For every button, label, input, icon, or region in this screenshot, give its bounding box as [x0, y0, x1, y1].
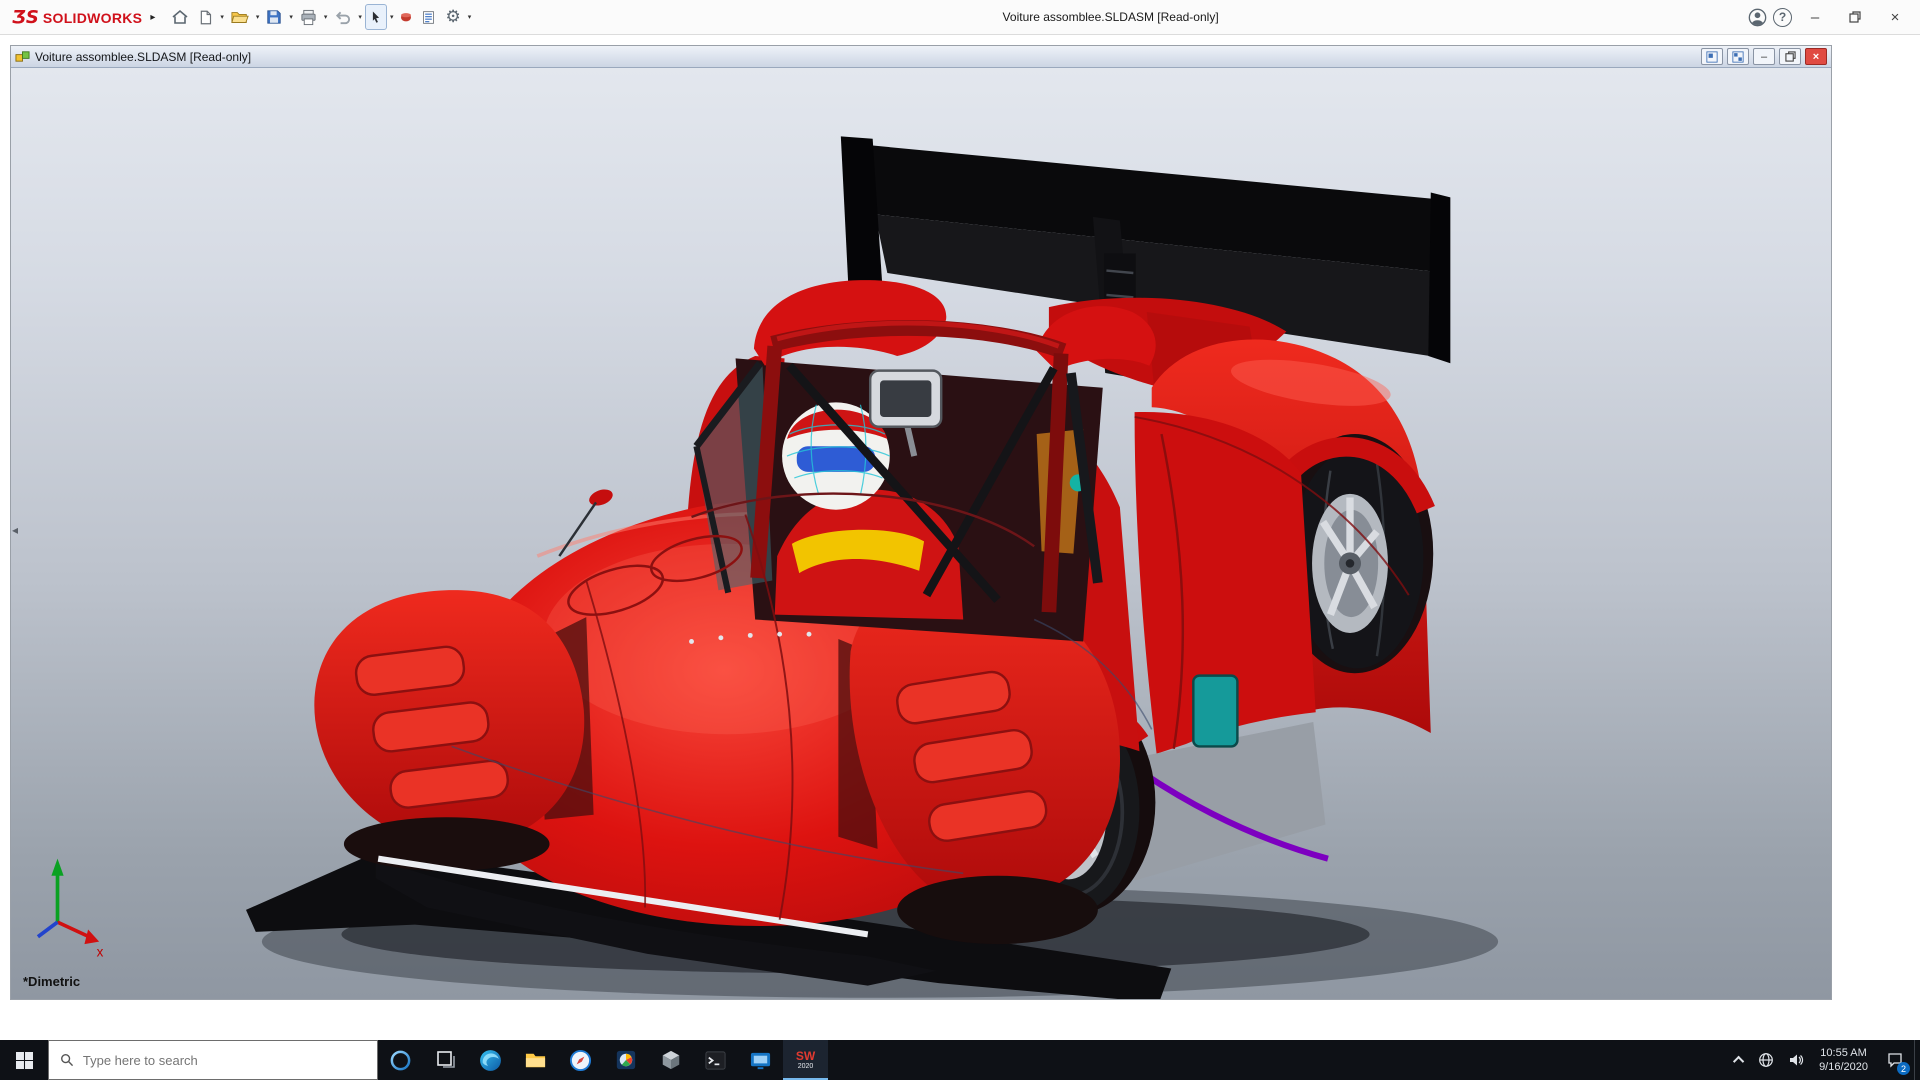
tile-windows-icon [1706, 51, 1718, 63]
volume-button[interactable] [1781, 1040, 1811, 1080]
print-dropdown[interactable]: ▾ [322, 4, 330, 30]
taskbar-clock[interactable]: 10:55 AM 9/16/2020 [1811, 1040, 1876, 1080]
doc-restore-button[interactable] [1779, 48, 1801, 65]
edge-icon [478, 1048, 503, 1073]
task-view-button[interactable] [423, 1040, 468, 1080]
help-icon[interactable]: ? [1773, 8, 1792, 27]
triad-x-label: x [97, 944, 104, 959]
document-titlebar[interactable]: Voiture assomblee.SLDASM [Read-only] – × [11, 46, 1831, 68]
print-button[interactable] [296, 4, 321, 30]
solidworks-logo: ƷS SOLIDWORKS [6, 7, 148, 28]
solidworks-logo-glyph: ƷS [12, 7, 39, 28]
taskbar-search[interactable] [48, 1040, 378, 1080]
select-dropdown[interactable]: ▾ [388, 4, 396, 30]
system-tray: 10:55 AM 9/16/2020 2 [1729, 1040, 1920, 1080]
doc-tile-button[interactable] [1701, 48, 1723, 65]
split-windows-icon [1732, 51, 1744, 63]
cortana-button[interactable] [378, 1040, 423, 1080]
macro-record-button[interactable] [396, 4, 416, 30]
undo-button[interactable] [330, 4, 355, 30]
app-restore-button[interactable] [1838, 3, 1872, 31]
document-window-controls: – × [1701, 48, 1827, 65]
clock-date: 9/16/2020 [1819, 1060, 1868, 1074]
home-icon [171, 8, 189, 26]
select-arrow-icon [369, 10, 383, 24]
undo-icon [334, 9, 351, 26]
home-button[interactable] [167, 4, 193, 30]
tray-overflow-button[interactable] [1729, 1040, 1751, 1080]
cad-cube-icon [660, 1049, 682, 1071]
terminal-button[interactable] [693, 1040, 738, 1080]
action-center-button[interactable]: 2 [1876, 1040, 1914, 1080]
titlebar-right-controls: ? – × [1748, 3, 1914, 31]
new-document-icon [198, 10, 213, 25]
show-desktop-button[interactable] [1914, 1040, 1920, 1080]
save-dropdown[interactable]: ▾ [287, 4, 295, 30]
select-button[interactable] [365, 4, 387, 30]
view-orientation-label: *Dimetric [23, 974, 80, 989]
macro-record-icon [400, 11, 412, 23]
compass-icon [569, 1049, 592, 1072]
display-app-button[interactable] [738, 1040, 783, 1080]
solidworks-2020-icon: SW 2020 [796, 1050, 815, 1070]
save-icon [266, 9, 282, 25]
gear-icon: ⚙ [445, 9, 460, 26]
undo-dropdown[interactable]: ▾ [356, 4, 364, 30]
file-explorer-button[interactable] [513, 1040, 558, 1080]
report-icon [421, 10, 436, 25]
graphics-viewport-3d[interactable]: x ◂ *Dimetric [11, 68, 1831, 999]
chevron-up-icon [1733, 1056, 1744, 1067]
account-icon[interactable] [1748, 8, 1767, 27]
app-window-title: Voiture assomblee.SLDASM [Read-only] [473, 10, 1748, 24]
save-button[interactable] [262, 4, 286, 30]
quick-access-toolbar: ▾ ▾ ▾ ▾ ▾ ▾ ⚙ ▾ [167, 4, 473, 30]
assembly-document-icon [15, 49, 30, 64]
app-minimize-button[interactable]: – [1798, 3, 1832, 31]
doc-minimize-button[interactable]: – [1753, 48, 1775, 65]
search-input[interactable] [83, 1053, 366, 1068]
report-button[interactable] [417, 4, 440, 30]
compass-app-button[interactable] [558, 1040, 603, 1080]
cad-viewer-button[interactable] [648, 1040, 693, 1080]
app-close-button[interactable]: × [1878, 3, 1912, 31]
new-document-button[interactable] [194, 4, 217, 30]
photos-button[interactable] [603, 1040, 648, 1080]
start-button[interactable] [0, 1040, 48, 1080]
search-icon [60, 1053, 74, 1067]
open-folder-icon [231, 9, 249, 25]
solidworks-brand-text: SOLIDWORKS [43, 10, 142, 26]
task-view-icon [436, 1050, 456, 1070]
terminal-icon [704, 1049, 727, 1072]
windows-taskbar: SW 2020 10:55 AM 9/16/2020 2 [0, 1040, 1920, 1080]
open-dropdown[interactable]: ▾ [254, 4, 262, 30]
doc-close-button[interactable]: × [1805, 48, 1827, 65]
network-globe-icon [1758, 1052, 1774, 1068]
windows-logo-icon [16, 1052, 33, 1069]
featuremanager-collapse-arrow[interactable]: ◂ [12, 524, 18, 536]
doc-restore-icon [1785, 51, 1796, 62]
clock-time: 10:55 AM [1820, 1046, 1866, 1060]
app-titlebar: ƷS SOLIDWORKS ▸ ▾ ▾ ▾ ▾ ▾ ▾ [0, 0, 1920, 35]
edge-button[interactable] [468, 1040, 513, 1080]
toolbar-expand-arrow[interactable]: ▸ [148, 12, 163, 23]
notification-badge: 2 [1897, 1062, 1910, 1075]
orientation-triad[interactable]: x [38, 859, 104, 960]
document-title: Voiture assomblee.SLDASM [Read-only] [35, 50, 1696, 64]
restore-icon [1849, 11, 1861, 23]
doc-split-button[interactable] [1727, 48, 1749, 65]
cortana-icon [389, 1049, 412, 1072]
open-button[interactable] [227, 4, 253, 30]
solidworks-2020-button[interactable]: SW 2020 [783, 1040, 828, 1080]
photos-icon [615, 1049, 637, 1071]
document-window: Voiture assomblee.SLDASM [Read-only] – × [10, 45, 1832, 1000]
file-explorer-icon [524, 1049, 547, 1072]
options-dropdown[interactable]: ▾ [466, 4, 474, 30]
network-button[interactable] [1751, 1040, 1781, 1080]
print-icon [300, 9, 317, 26]
options-button[interactable]: ⚙ [441, 4, 464, 30]
display-app-icon [749, 1049, 772, 1072]
volume-icon [1788, 1052, 1804, 1068]
race-car-3d-model: x [11, 68, 1831, 999]
new-document-dropdown[interactable]: ▾ [218, 4, 226, 30]
